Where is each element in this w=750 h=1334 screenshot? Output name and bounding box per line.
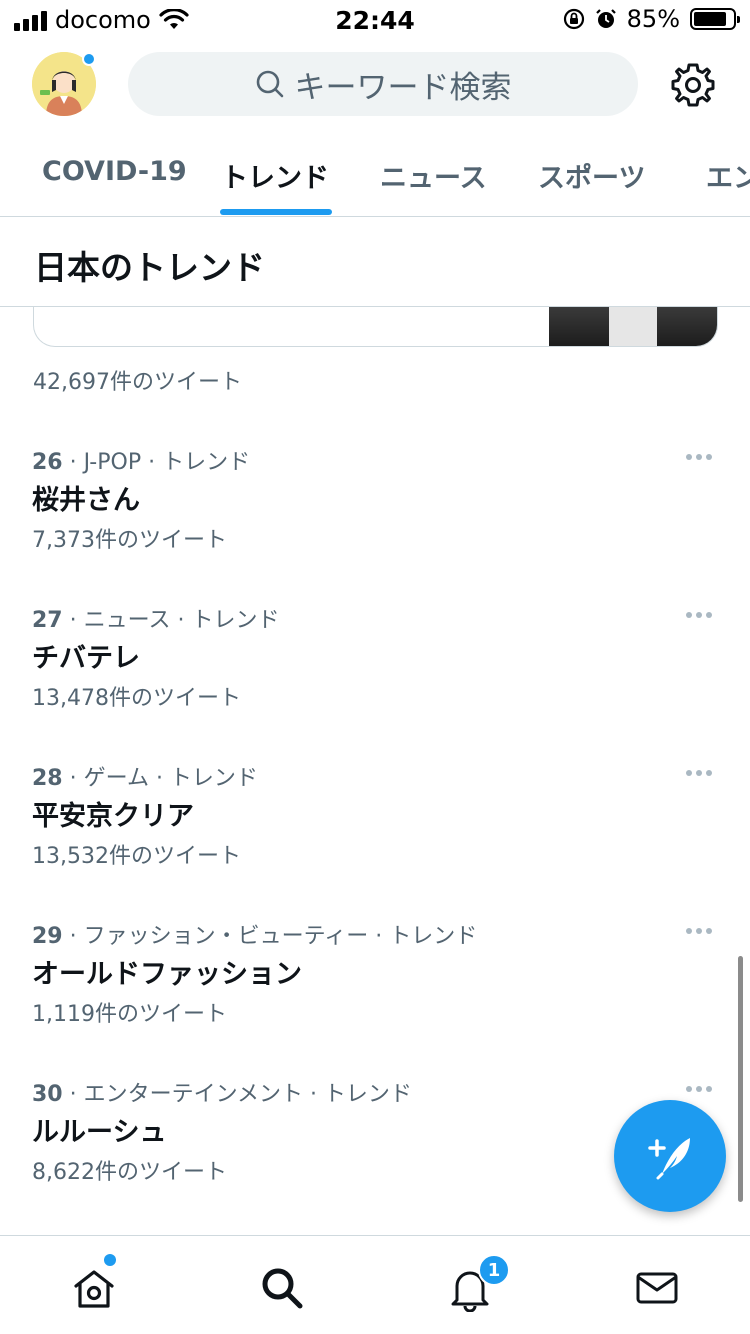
trend-rank: 29 [32,924,63,949]
notification-badge: 1 [478,1254,510,1286]
scrollbar[interactable] [738,956,743,1202]
more-options-icon[interactable] [686,612,712,618]
orientation-lock-icon [563,8,584,30]
trend-name: チバテレ [32,643,140,674]
tab-covid-19[interactable]: COVID-19 [42,156,187,187]
search-input[interactable]: キーワード検索 [128,52,638,116]
trend-name: 平安京クリア [32,801,194,832]
more-options-icon[interactable] [686,928,712,934]
trend-meta: 29 · ファッション・ビューティー · トレンド [32,918,477,950]
battery-percent: 85% [626,5,680,33]
trend-item[interactable]: 27 · ニュース · トレンド チバテレ 13,478件のツイート [0,602,750,760]
explore-tabs: COVID-19 トレンド ニュース スポーツ エン [0,130,750,217]
trend-name: 桜井さん [32,485,140,516]
search-placeholder: キーワード検索 [294,69,512,106]
previous-tweet-count: 42,697件のツイート [33,370,242,395]
card-photo [549,307,717,346]
gear-icon[interactable] [670,62,716,108]
trend-tweet-count: 13,532件のツイート [32,844,241,869]
trend-tweet-count: 7,373件のツイート [32,528,227,553]
status-bar: docomo 22:44 85% [0,0,750,40]
trend-rank: 28 [32,766,63,791]
search-icon [256,70,283,98]
search-icon[interactable] [258,1264,306,1312]
trend-category: · エンターテインメント · トレンド [62,1082,412,1107]
more-options-icon[interactable] [686,1086,712,1092]
trend-name: ルルーシュ [32,1117,167,1148]
previous-trend-card[interactable] [33,307,718,347]
trend-meta: 26 · J-POP · トレンド [32,444,250,476]
trend-rank: 30 [32,1082,63,1107]
trend-meta: 27 · ニュース · トレンド [32,602,280,634]
bottom-nav: 1 [0,1235,750,1334]
battery-icon [690,8,740,30]
tab-sports[interactable]: スポーツ [538,156,645,195]
trend-meta: 28 · ゲーム · トレンド [32,760,258,792]
trend-rank: 27 [32,608,63,633]
trend-tweet-count: 13,478件のツイート [32,686,241,711]
trend-item[interactable]: 29 · ファッション・ビューティー · トレンド オールドファッション 1,1… [0,918,750,1076]
trend-tweet-count: 1,119件のツイート [32,1002,227,1027]
more-options-icon[interactable] [686,454,712,460]
trend-rank: 26 [32,450,63,475]
tab-news[interactable]: ニュース [380,156,487,195]
more-options-icon[interactable] [686,770,712,776]
section-header: 日本のトレンド [0,217,750,307]
status-right: 85% [563,5,740,33]
trend-tweet-count: 8,622件のツイート [32,1160,227,1185]
tab-trend[interactable]: トレンド [221,156,329,195]
trend-category: · ニュース · トレンド [62,608,280,633]
active-tab-indicator [220,209,332,215]
section-title: 日本のトレンド [34,248,265,287]
trend-item[interactable]: 26 · J-POP · トレンド 桜井さん 7,373件のツイート [0,444,750,602]
mail-icon[interactable] [633,1264,681,1312]
trend-category: · J-POP · トレンド [62,450,251,475]
top-bar: キーワード検索 [0,40,750,130]
trend-category: · ファッション・ビューティー · トレンド [62,924,478,949]
home-notification-dot [104,1254,116,1266]
home-icon[interactable] [70,1264,118,1312]
trend-item[interactable]: 28 · ゲーム · トレンド 平安京クリア 13,532件のツイート [0,760,750,918]
alarm-icon [595,9,616,28]
tab-entertainment[interactable]: エン [706,156,750,195]
trend-meta: 30 · エンターテインメント · トレンド [32,1076,412,1108]
compose-feather-icon [648,1138,690,1180]
trend-name: オールドファッション [32,959,302,990]
avatar-notification-dot [82,52,96,66]
compose-tweet-button[interactable] [614,1100,726,1212]
trend-category: · ゲーム · トレンド [62,766,258,791]
